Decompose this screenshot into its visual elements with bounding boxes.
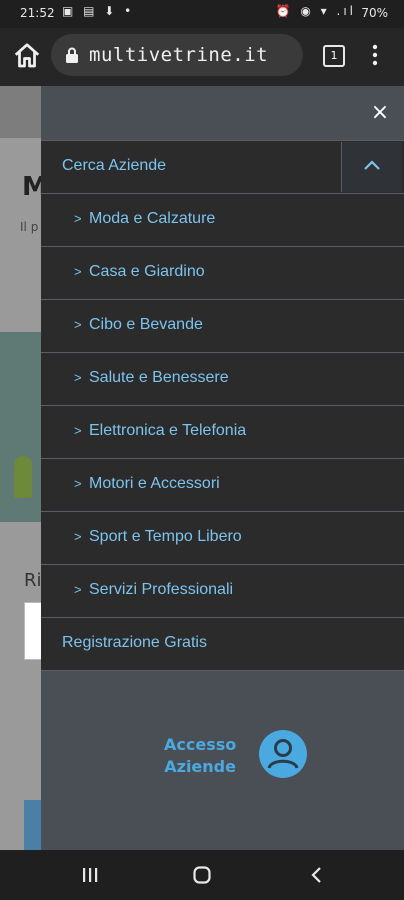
menu-item-label: Registrazione Gratis <box>62 634 207 651</box>
menu-item-cerca-aziende[interactable]: Cerca Aziende <box>41 140 404 193</box>
chevron-right-icon: > <box>74 211 82 226</box>
recent-apps-icon[interactable] <box>80 865 100 885</box>
user-avatar-icon <box>259 730 307 778</box>
section-heading-fragment: Ri <box>24 570 42 591</box>
access-label-line1: Accesso <box>164 735 237 754</box>
access-label-line2: Aziende <box>164 757 236 776</box>
menu-item-label: Sport e Tempo Libero <box>89 528 242 545</box>
system-navigation-bar <box>0 850 404 900</box>
browser-toolbar: multivetrine.it 1 <box>0 28 404 86</box>
lock-icon <box>66 47 78 63</box>
menu-item-label: Casa e Giardino <box>89 263 205 280</box>
access-label: Accesso Aziende <box>164 734 236 778</box>
url-text: multivetrine.it <box>89 44 269 66</box>
tagline-fragment: Il p <box>20 220 39 234</box>
tab-switcher-button[interactable]: 1 <box>323 45 345 67</box>
menu-item-elettronica[interactable]: > Elettronica e Telefonia <box>41 405 404 458</box>
chevron-right-icon: > <box>74 317 82 332</box>
chevron-right-icon: > <box>74 423 82 438</box>
menu-item-label: Elettronica e Telefonia <box>89 422 247 439</box>
home-nav-icon[interactable] <box>192 865 212 885</box>
chevron-up-icon <box>364 160 380 170</box>
chevron-right-icon: > <box>74 529 82 544</box>
chevron-right-icon: > <box>74 476 82 491</box>
system-icons: ⏰ ◉ ▾ .ıl <box>275 4 356 18</box>
chevron-right-icon: > <box>74 370 82 385</box>
more-options-icon[interactable] <box>368 42 382 68</box>
side-menu: × Cerca Aziende > Moda e Calzature > Cas… <box>41 86 404 850</box>
menu-item-label: Servizi Professionali <box>89 581 234 598</box>
menu-item-label: Cibo e Bevande <box>89 316 203 333</box>
collapse-toggle-button[interactable] <box>341 142 402 192</box>
menu-item-casa[interactable]: > Casa e Giardino <box>41 246 404 299</box>
close-menu-button[interactable]: × <box>369 102 391 124</box>
menu-list: Cerca Aziende > Moda e Calzature > Casa … <box>41 140 404 671</box>
tree-icon <box>14 456 32 498</box>
notification-icons: ▣ ▤ ⬇ • <box>62 4 135 18</box>
menu-item-label: Salute e Benessere <box>89 369 229 386</box>
menu-item-label: Moda e Calzature <box>89 210 216 227</box>
chevron-right-icon: > <box>74 582 82 597</box>
menu-item-servizi[interactable]: > Servizi Professionali <box>41 564 404 617</box>
menu-item-registrazione[interactable]: Registrazione Gratis <box>41 617 404 671</box>
menu-item-salute[interactable]: > Salute e Benessere <box>41 352 404 405</box>
menu-item-label: Motori e Accessori <box>89 475 220 492</box>
status-time: 21:52 <box>20 6 55 20</box>
status-bar: 21:52 ▣ ▤ ⬇ • ⏰ ◉ ▾ .ıl 70% <box>0 0 404 28</box>
home-icon[interactable] <box>12 41 42 71</box>
access-aziende-button[interactable]: Accesso Aziende <box>164 730 307 786</box>
menu-item-label: Cerca Aziende <box>62 157 167 174</box>
menu-item-moda[interactable]: > Moda e Calzature <box>41 193 404 246</box>
chevron-right-icon: > <box>74 264 82 279</box>
menu-item-cibo[interactable]: > Cibo e Bevande <box>41 299 404 352</box>
menu-item-motori[interactable]: > Motori e Accessori <box>41 458 404 511</box>
menu-item-sport[interactable]: > Sport e Tempo Libero <box>41 511 404 564</box>
battery-level: 70% <box>361 6 388 20</box>
back-icon[interactable] <box>307 865 327 885</box>
address-bar[interactable]: multivetrine.it <box>51 34 303 76</box>
